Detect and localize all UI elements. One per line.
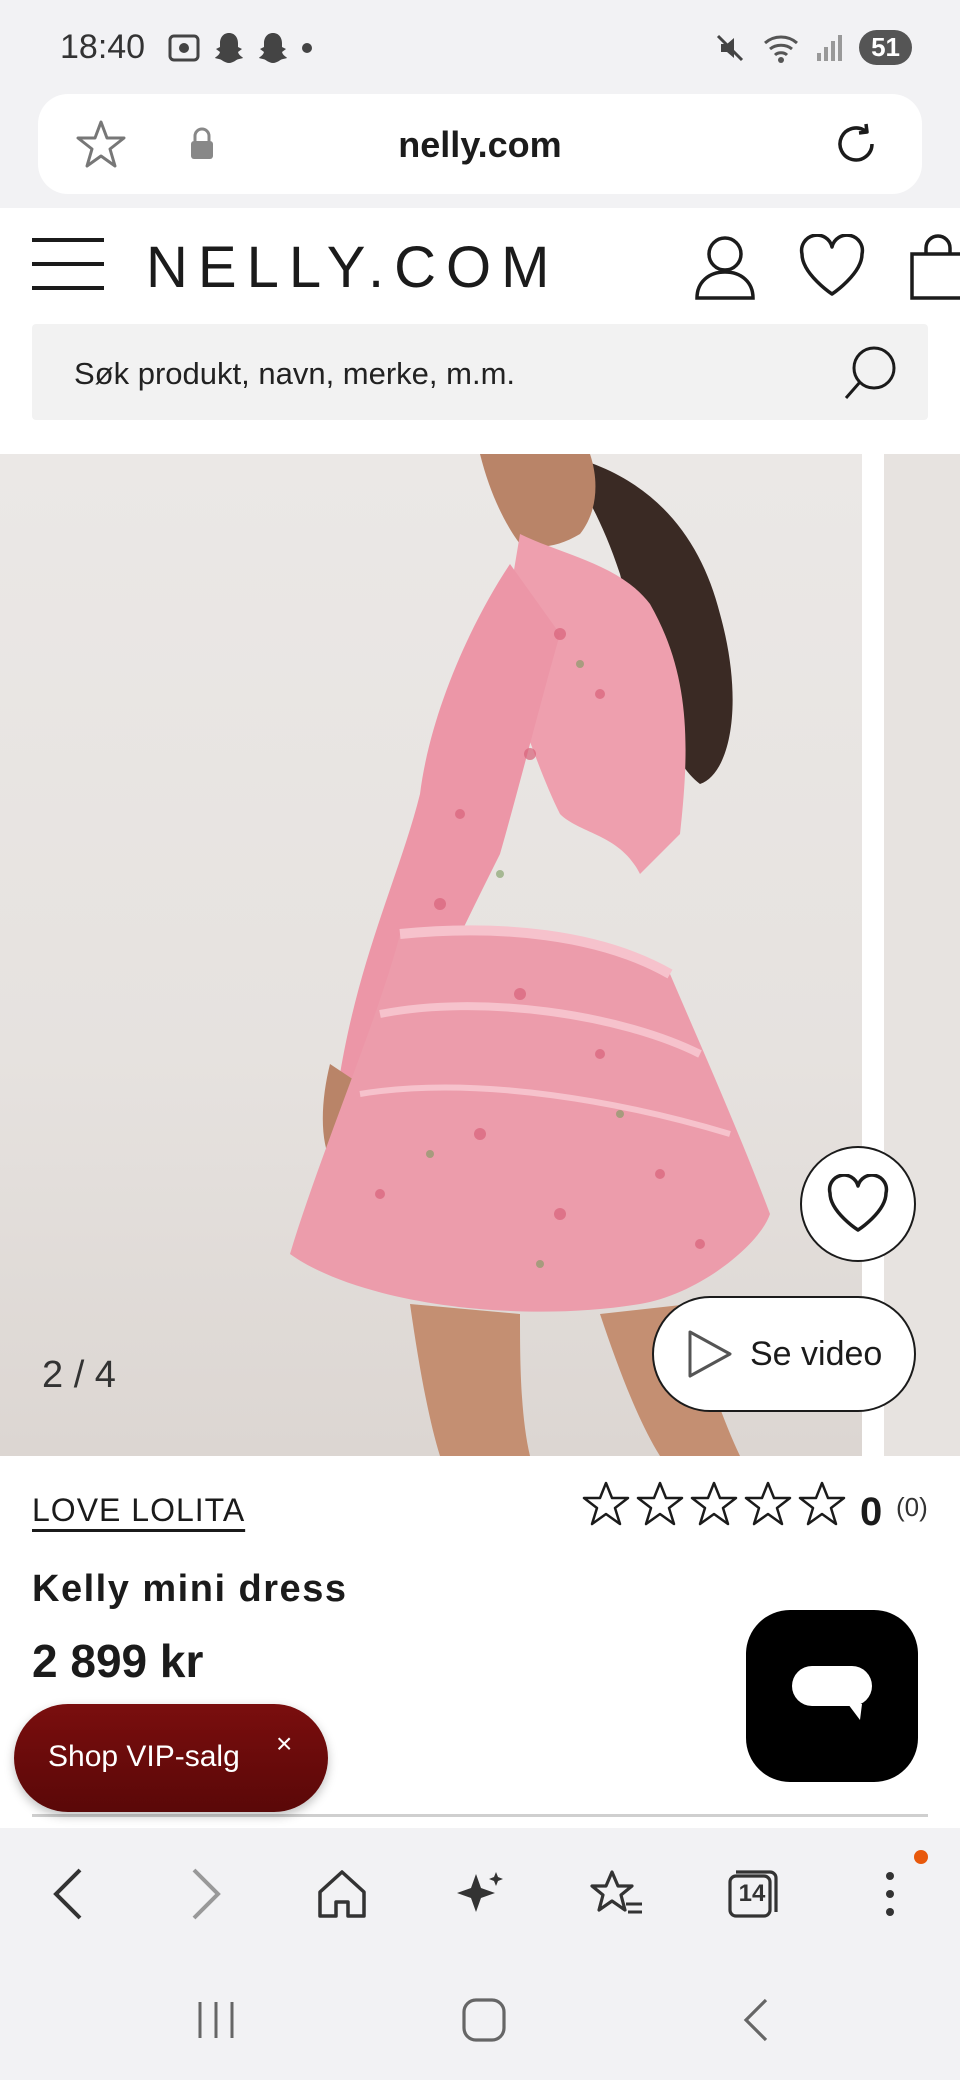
chat-button[interactable] xyxy=(746,1610,918,1782)
status-notification-icons xyxy=(166,30,314,66)
product-gallery[interactable]: 2 / 4 Se video xyxy=(0,454,960,1456)
search-placeholder: Søk produkt, navn, merke, m.m. xyxy=(74,356,516,391)
reload-icon[interactable] xyxy=(828,116,884,172)
chevron-left-icon xyxy=(53,1868,82,1920)
home-button[interactable] xyxy=(312,1864,372,1924)
back-nav-button[interactable] xyxy=(726,1990,786,2050)
browser-toolbar: 14 xyxy=(0,1828,960,1952)
battery-indicator: 51 xyxy=(859,30,912,65)
more-menu-button[interactable] xyxy=(860,1864,920,1924)
section-divider xyxy=(32,1814,928,1817)
dot-icon xyxy=(302,43,312,53)
star-icon xyxy=(798,1481,846,1526)
home-nav-button[interactable] xyxy=(454,1990,514,2050)
notification-dot xyxy=(914,1850,928,1864)
user-account-icon[interactable] xyxy=(692,232,758,302)
chevron-right-icon xyxy=(192,1868,221,1920)
product-price: 2 899 kr xyxy=(32,1635,204,1687)
home-icon xyxy=(318,1870,366,1918)
address-bar[interactable]: nelly.com xyxy=(38,94,922,194)
snapchat-icon xyxy=(259,33,287,63)
more-vertical-icon xyxy=(886,1872,894,1916)
forward-button[interactable] xyxy=(176,1864,236,1924)
recent-apps-button[interactable] xyxy=(186,1990,246,2050)
back-button[interactable] xyxy=(38,1864,98,1924)
rating-stars[interactable] xyxy=(582,1480,846,1528)
wishlist-heart-icon[interactable] xyxy=(798,234,866,298)
bookmarks-button[interactable] xyxy=(586,1864,646,1924)
bookmarks-star-icon xyxy=(590,1870,642,1914)
site-logo[interactable]: NELLY.COM xyxy=(146,234,559,301)
screenshot-icon xyxy=(168,34,200,62)
star-icon xyxy=(582,1481,630,1526)
rating-value: 0 xyxy=(860,1490,883,1534)
url-text[interactable]: nelly.com xyxy=(38,124,922,166)
heart-icon xyxy=(827,1174,889,1232)
system-nav-bar xyxy=(0,1952,960,2080)
watch-video-button[interactable]: Se video xyxy=(652,1296,916,1412)
snapchat-icon xyxy=(215,33,243,63)
signal-icon xyxy=(817,34,843,61)
menu-icon[interactable] xyxy=(32,238,104,294)
add-to-wishlist-button[interactable] xyxy=(800,1146,916,1262)
vip-sale-label: Shop VIP-salg xyxy=(48,1740,240,1773)
sparkles-icon xyxy=(457,1872,503,1912)
video-label: Se video xyxy=(750,1334,883,1373)
mute-icon xyxy=(717,34,744,61)
recents-icon xyxy=(198,2002,234,2038)
search-icon[interactable] xyxy=(840,342,902,404)
status-bar: 18:40 51 xyxy=(0,0,960,92)
tab-count: 14 xyxy=(738,1880,766,1907)
ai-assistant-button[interactable] xyxy=(450,1864,510,1924)
chat-bubble-icon xyxy=(792,1666,872,1720)
product-name: Kelly mini dress xyxy=(32,1568,348,1610)
home-square-icon xyxy=(462,1998,506,2042)
shopping-bag-icon[interactable] xyxy=(908,232,960,302)
wifi-icon xyxy=(764,35,799,63)
site-header: NELLY.COM Søk produkt, navn, merke, m.m. xyxy=(0,208,960,454)
play-icon xyxy=(688,1330,732,1378)
star-icon xyxy=(744,1481,792,1526)
star-icon xyxy=(690,1481,738,1526)
vip-close-button[interactable]: × xyxy=(276,1728,292,1760)
status-time: 18:40 xyxy=(60,28,146,66)
rating-count: (0) xyxy=(896,1492,928,1522)
gallery-counter: 2 / 4 xyxy=(42,1354,116,1396)
star-icon xyxy=(636,1481,684,1526)
status-system-icons: 51 xyxy=(713,30,912,65)
vip-sale-banner[interactable]: Shop VIP-salg × xyxy=(14,1704,328,1812)
product-info: LOVE LOLITA 0 (0) Kelly mini dress 2 899… xyxy=(0,1456,960,1828)
back-chevron-icon xyxy=(743,1998,768,2042)
tabs-button[interactable]: 14 xyxy=(722,1864,782,1924)
brand-link[interactable]: LOVE LOLITA xyxy=(32,1492,245,1529)
search-input[interactable]: Søk produkt, navn, merke, m.m. xyxy=(32,324,928,420)
next-photo-peek[interactable] xyxy=(884,454,960,1456)
